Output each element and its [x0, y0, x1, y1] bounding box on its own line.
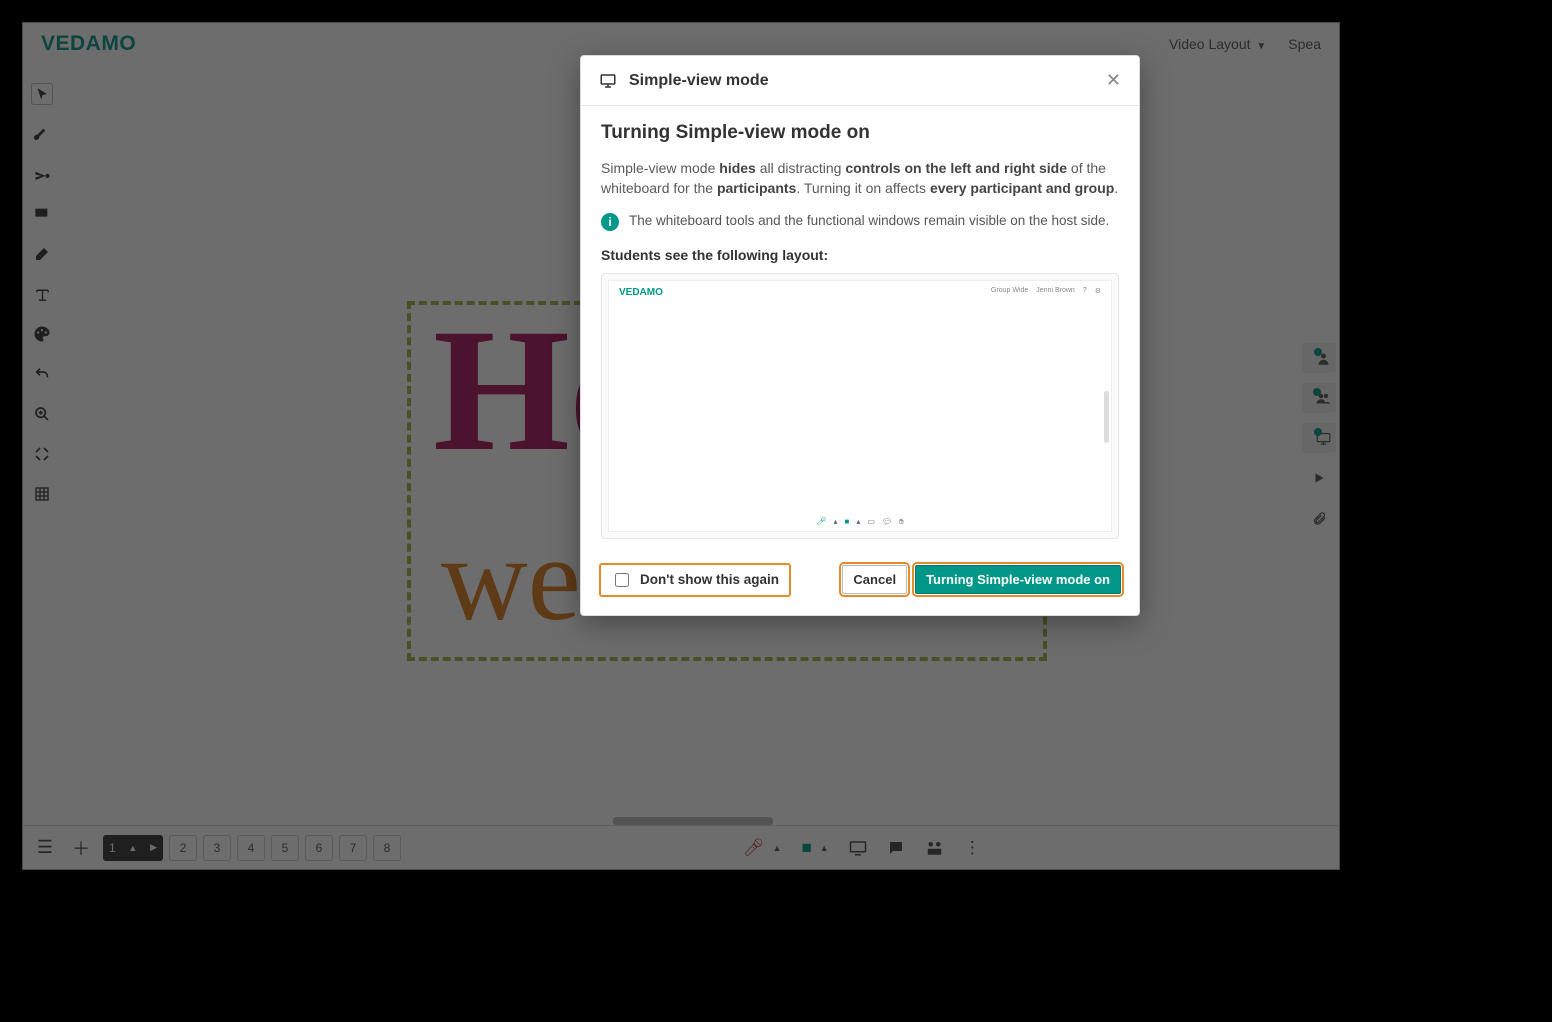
chevron-down-icon: ▼ [1256, 41, 1266, 52]
image-crop-bottom [22, 871, 1340, 876]
preview-mic-icon: 🎤︎ [816, 517, 826, 526]
modal-title: Simple-view mode [629, 72, 769, 90]
cancel-button[interactable]: Cancel [842, 565, 907, 594]
preview-hand-icon: ✋︎ [899, 517, 904, 527]
panel-groups[interactable] [1302, 383, 1336, 413]
more-icon[interactable]: ⋮ [964, 838, 981, 858]
page-active[interactable]: 1 ▲ ▶ [103, 835, 163, 861]
right-sidebar [1299, 343, 1339, 533]
page-tab[interactable]: 7 [339, 835, 367, 861]
panel-screen[interactable] [1302, 423, 1336, 453]
preview-scrollbar [1104, 391, 1109, 443]
page-active-num: 1 [109, 841, 116, 855]
breakout-icon[interactable] [925, 839, 944, 857]
gear-icon: ⚙ [1095, 287, 1101, 295]
chevron-up-icon[interactable]: ▲ [820, 843, 829, 853]
chevron-up-icon: ▴ [834, 517, 838, 526]
tool-fit[interactable] [31, 443, 53, 465]
brand-logo: VEDAMO [41, 32, 136, 56]
simple-view-modal: Simple-view mode ✕ Turning Simple-view m… [580, 55, 1140, 616]
t: . Turning it on affects [796, 180, 930, 196]
panel-attach[interactable] [1304, 503, 1334, 533]
page-tab[interactable]: 2 [169, 835, 197, 861]
t: participants [717, 180, 796, 196]
dot-indicator-icon [1314, 428, 1322, 436]
tool-undo[interactable] [31, 363, 53, 385]
tool-eraser[interactable] [31, 243, 53, 265]
dont-show-checkbox[interactable] [615, 573, 629, 587]
mic-muted-icon[interactable]: 🎤︎ [743, 838, 765, 858]
t: all distracting [756, 160, 845, 176]
chevron-up-icon: ▴ [856, 517, 860, 526]
add-page-button[interactable]: ＋ [67, 834, 95, 862]
t: controls on the left and right side [845, 160, 1067, 176]
t: hides [719, 160, 756, 176]
dont-show-label: Don't show this again [640, 572, 779, 587]
video-layout-label: Video Layout [1169, 36, 1250, 52]
dont-show-again[interactable]: Don't show this again [599, 563, 791, 597]
modal-description: Simple-view mode hides all distracting c… [601, 158, 1119, 199]
page-tab[interactable]: 8 [373, 835, 401, 861]
t: . [1114, 180, 1118, 196]
canvas-text-2: we [441, 519, 581, 639]
preview-screen-icon: ▭ [867, 517, 875, 526]
modal-heading: Turning Simple-view mode on [601, 122, 1119, 144]
preview-tr-2: Jenni Brown [1036, 287, 1075, 295]
preview-chat-icon: 💬︎ [882, 517, 892, 526]
layout-preview: VEDAMO Group Wide Jenni Brown ? ⚙ 🎤︎ ▴ ■ ▴… [601, 273, 1119, 539]
tool-shape[interactable] [31, 203, 53, 225]
help-icon: ? [1083, 287, 1087, 295]
top-right-truncated: Spea [1288, 36, 1321, 52]
page-switcher: 1 ▲ ▶ 2 3 4 5 6 7 8 [103, 835, 401, 861]
menu-button[interactable]: ☰ [31, 834, 59, 862]
bottom-grab-handle[interactable] [613, 817, 773, 825]
preview-logo: VEDAMO [619, 287, 663, 298]
screen-share-icon[interactable] [849, 839, 867, 857]
panel-participants[interactable] [1302, 343, 1336, 373]
toolbar-left [23, 65, 61, 505]
close-button[interactable]: ✕ [1106, 70, 1121, 91]
tool-brush[interactable] [31, 123, 53, 145]
info-icon: i [601, 213, 619, 231]
tool-grid[interactable] [31, 483, 53, 505]
chat-icon[interactable] [887, 839, 905, 857]
dot-indicator-icon [1313, 388, 1321, 396]
page-tab[interactable]: 3 [203, 835, 231, 861]
bottom-bar: ☰ ＋ 1 ▲ ▶ 2 3 4 5 6 7 8 🎤︎ ▲ ■ ▲ ⋮ [23, 825, 1339, 869]
video-layout-menu[interactable]: Video Layout ▼ [1169, 36, 1266, 52]
preview-tr-1: Group Wide [991, 287, 1028, 295]
chevron-up-icon[interactable]: ▲ [773, 843, 782, 853]
confirm-button[interactable]: Turning Simple-view mode on [915, 565, 1121, 594]
chevron-up-icon: ▲ [128, 843, 137, 853]
t: every participant and group [930, 180, 1114, 196]
page-tab[interactable]: 6 [305, 835, 333, 861]
t: Simple-view mode [601, 160, 719, 176]
monitor-icon [599, 72, 617, 90]
tool-text[interactable] [31, 283, 53, 305]
tool-color[interactable] [31, 323, 53, 345]
preview-caption: Students see the following layout: [601, 247, 1119, 263]
chevron-down-icon: ▶ [150, 842, 157, 853]
modal-note: The whiteboard tools and the functional … [629, 213, 1109, 228]
panel-play[interactable] [1304, 463, 1334, 493]
camera-icon[interactable]: ■ [802, 838, 812, 858]
tool-zoom[interactable] [31, 403, 53, 425]
preview-cam-icon: ■ [845, 517, 850, 526]
page-tab[interactable]: 4 [237, 835, 265, 861]
tool-cursor[interactable] [31, 83, 53, 105]
dot-indicator-icon [1314, 348, 1322, 356]
tool-pointer[interactable] [31, 163, 53, 185]
page-tab[interactable]: 5 [271, 835, 299, 861]
